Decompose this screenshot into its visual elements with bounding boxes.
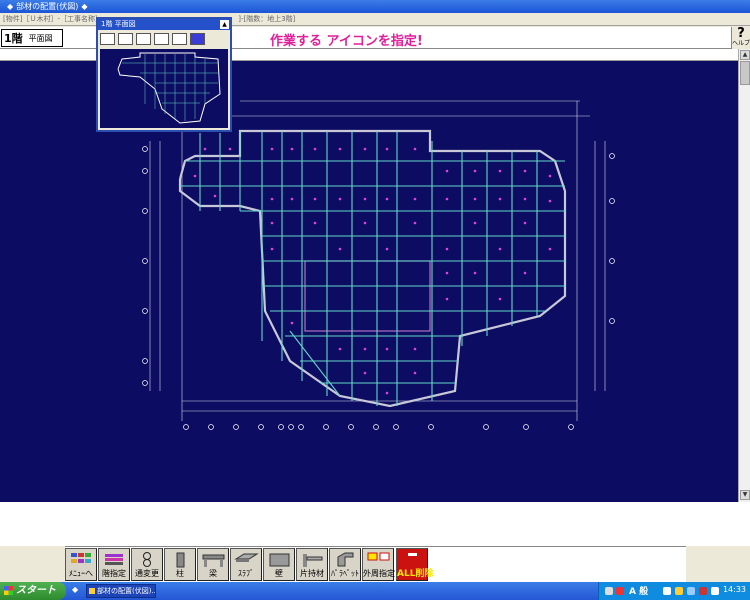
system-tray: A 般 14:33 bbox=[598, 582, 750, 600]
zoom-in-icon[interactable] bbox=[136, 33, 151, 45]
minimap-title: 1階 平面図 bbox=[101, 20, 136, 28]
menu-label: ﾒﾆｭｰへ bbox=[69, 569, 93, 578]
perimeter-label: 外周指定 bbox=[363, 569, 395, 578]
help-icon: ? bbox=[737, 26, 745, 41]
title-bar: ◆ 部材の配置(伏図) ◆ bbox=[0, 0, 750, 13]
delete-all-button[interactable]: ALL削除 bbox=[396, 548, 434, 581]
grid-change-icon bbox=[143, 552, 151, 567]
menu-button[interactable]: ﾒﾆｭｰへ bbox=[65, 548, 97, 581]
parapet-button[interactable]: ﾊﾟﾗﾍﾟｯﾄ bbox=[329, 548, 361, 581]
cantilever-icon bbox=[303, 554, 323, 567]
taskbar-item[interactable]: 部材の配置(伏図)... bbox=[86, 584, 156, 598]
view-label: 平面図 bbox=[28, 33, 53, 43]
start-label: スタート bbox=[16, 585, 56, 596]
minimap-collapse-icon[interactable]: ▲ bbox=[220, 20, 229, 29]
minimap-toolbar bbox=[98, 30, 230, 48]
wall-label: 壁 bbox=[275, 569, 283, 578]
grid-view-icon[interactable] bbox=[190, 33, 205, 45]
minimap-thumbnail bbox=[117, 52, 221, 124]
app-window: ◆ 部材の配置(伏図) ◆ [物件]［Ｕ木村］-［工事名称］ ]-[階数：地上3階]… bbox=[0, 0, 750, 600]
floor-label: 1階 bbox=[4, 32, 23, 45]
column-icon bbox=[176, 552, 185, 568]
grid-change-label: 通変更 bbox=[135, 569, 159, 578]
parapet-label: ﾊﾟﾗﾍﾟｯﾄ bbox=[331, 569, 359, 578]
floor-select-icon bbox=[105, 554, 123, 565]
slab-label: ｽﾗﾌﾞ bbox=[238, 569, 254, 578]
zoom-window-icon[interactable] bbox=[118, 33, 133, 45]
start-button[interactable]: スタート bbox=[0, 582, 66, 600]
volume-icon[interactable] bbox=[711, 587, 719, 595]
floor-select-button[interactable]: 階指定 bbox=[98, 548, 130, 581]
ime-pad-icon[interactable] bbox=[663, 587, 671, 595]
window-menu-icon[interactable]: ◆ bbox=[81, 2, 87, 11]
scroll-up-icon[interactable]: ▲ bbox=[740, 50, 750, 60]
window-icon: ◆ bbox=[7, 2, 14, 11]
keyboard-icon[interactable] bbox=[605, 587, 613, 595]
ime-tools-icon[interactable] bbox=[675, 587, 683, 595]
zoom-full-icon[interactable] bbox=[100, 33, 115, 45]
menu-icon bbox=[71, 553, 91, 563]
beam-label: 梁 bbox=[209, 569, 217, 578]
taskbar: スタート ◆ 部材の配置(伏図)... A 般 14:33 bbox=[0, 582, 750, 600]
wall-button[interactable]: 壁 bbox=[263, 548, 295, 581]
column-label: 柱 bbox=[176, 569, 184, 578]
cantilever-label: 片持材 bbox=[300, 569, 324, 578]
floor-select-label: 階指定 bbox=[102, 569, 126, 578]
slab-icon bbox=[234, 553, 259, 562]
project-info: [物件]［Ｕ木村］-［工事名称］ bbox=[3, 15, 102, 23]
zoom-out-icon[interactable] bbox=[154, 33, 169, 45]
ime-icon[interactable] bbox=[616, 587, 624, 595]
grid-change-button[interactable]: 通変更 bbox=[131, 548, 163, 581]
parapet-icon bbox=[337, 552, 354, 567]
network-icon[interactable] bbox=[699, 587, 707, 595]
scroll-thumb[interactable] bbox=[740, 61, 750, 85]
delete-all-label: ALL削除 bbox=[397, 569, 434, 579]
quicklaunch-icon[interactable]: ◆ bbox=[72, 585, 78, 594]
instruction-text: 作業する アイコンを指定! bbox=[270, 34, 423, 49]
minimap-titlebar: 1階 平面図 ▲ bbox=[98, 19, 230, 30]
help-tray-icon[interactable] bbox=[687, 587, 695, 595]
beam-button[interactable]: 梁 bbox=[197, 548, 229, 581]
minimap-view[interactable] bbox=[100, 49, 228, 128]
scroll-down-icon[interactable]: ▼ bbox=[740, 490, 750, 500]
floor-indicator[interactable]: 1階 平面図 bbox=[1, 29, 63, 47]
cantilever-button[interactable]: 片持材 bbox=[296, 548, 328, 581]
perimeter-icon bbox=[367, 552, 390, 561]
floors-info: ]-[階数：地上3階] bbox=[238, 15, 296, 23]
lower-strip bbox=[0, 502, 750, 546]
clock: 14:33 bbox=[722, 585, 746, 594]
help-button[interactable]: ? ヘルプ bbox=[731, 27, 750, 49]
slab-button[interactable]: ｽﾗﾌﾞ bbox=[230, 548, 262, 581]
wall-icon bbox=[269, 553, 290, 567]
help-label: ヘルプ bbox=[732, 40, 750, 47]
vertical-scrollbar[interactable]: ▲ ▼ bbox=[738, 49, 750, 502]
ime-mode[interactable]: A 般 bbox=[629, 584, 648, 597]
beam-icon bbox=[202, 554, 225, 567]
perimeter-button[interactable]: 外周指定 bbox=[362, 548, 395, 581]
minimap-window[interactable]: 1階 平面図 ▲ bbox=[96, 17, 232, 132]
window-title: 部材の配置(伏図) bbox=[16, 2, 79, 11]
pan-icon[interactable] bbox=[172, 33, 187, 45]
column-button[interactable]: 柱 bbox=[164, 548, 196, 581]
windows-flag-icon bbox=[4, 586, 13, 595]
